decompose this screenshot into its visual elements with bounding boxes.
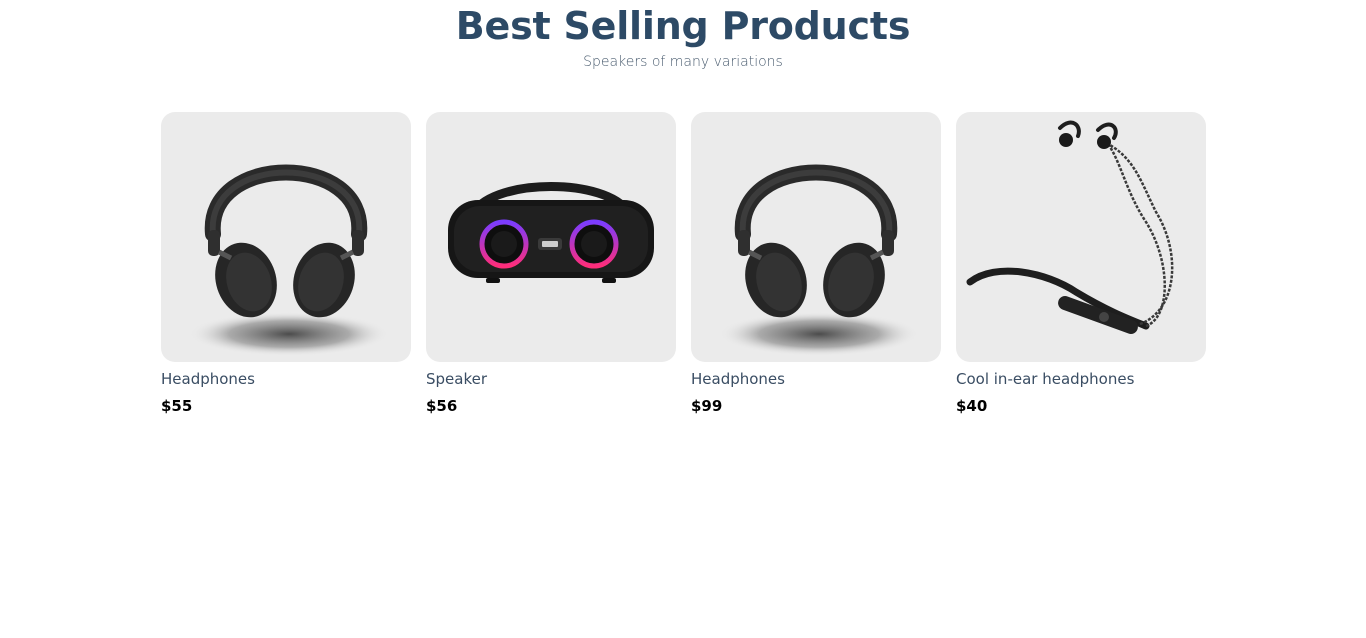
speaker-icon (448, 182, 654, 283)
product-price: $55 (161, 397, 193, 415)
product-price: $56 (426, 397, 458, 415)
headphones-icon (189, 164, 389, 356)
product-card[interactable]: Headphones $55 (161, 112, 411, 416)
product-price: $99 (691, 397, 723, 415)
product-image[interactable] (691, 112, 941, 362)
product-card[interactable]: Speaker $56 (426, 112, 676, 416)
product-name[interactable]: Speaker (426, 369, 676, 389)
best-selling-section: Best Selling Products Speakers of many v… (0, 0, 1366, 638)
page-subtitle: Speakers of many variations (583, 54, 783, 70)
product-price: $40 (956, 397, 988, 415)
product-image[interactable] (426, 112, 676, 362)
earphones-icon (966, 120, 1174, 334)
product-card[interactable]: Cool in-ear headphones $40 (956, 112, 1206, 416)
product-grid: Headphones $55 Speaker $56 Headphones $9… (161, 112, 1206, 416)
product-name[interactable]: Headphones (161, 369, 411, 389)
headphones-icon (719, 164, 919, 356)
product-image[interactable] (956, 112, 1206, 362)
product-name[interactable]: Cool in-ear headphones (956, 369, 1206, 389)
product-name[interactable]: Headphones (691, 369, 941, 389)
product-card[interactable]: Headphones $99 (691, 112, 941, 416)
product-image[interactable] (161, 112, 411, 362)
page-title: Best Selling Products (455, 4, 911, 48)
